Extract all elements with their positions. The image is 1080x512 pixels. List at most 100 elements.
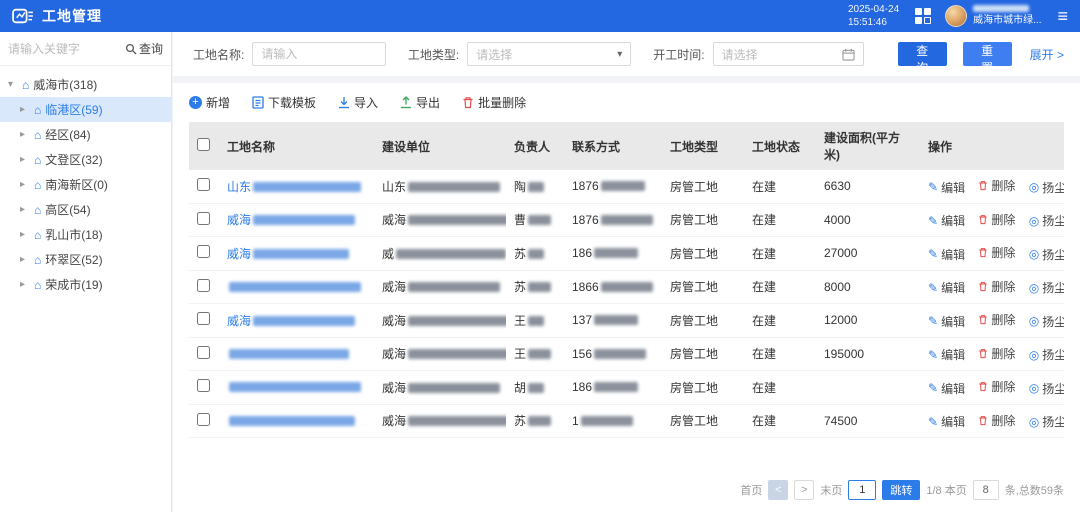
prev-page-button[interactable]: <: [768, 480, 788, 500]
site-name-link[interactable]: 威海: [227, 314, 355, 328]
jump-button[interactable]: 跳转: [882, 480, 920, 500]
table-row: 威海 苏 1 房管工地 在建 74500 ✎编辑 删除 ◎扬尘: [189, 404, 1064, 438]
row-checkbox[interactable]: [197, 279, 210, 292]
tree-item[interactable]: ▸⌂南海新区(0): [0, 172, 171, 197]
row-checkbox[interactable]: [197, 212, 210, 225]
last-page-link[interactable]: 末页: [820, 482, 842, 498]
edit-button[interactable]: ✎编辑: [928, 380, 965, 397]
delete-button[interactable]: 删除: [978, 177, 1015, 194]
delete-button[interactable]: 删除: [978, 345, 1015, 362]
edit-button[interactable]: ✎编辑: [928, 246, 965, 263]
site-name-link[interactable]: [227, 280, 361, 294]
select-all-checkbox[interactable]: [197, 138, 210, 151]
person-cell: 苏: [506, 404, 564, 438]
download-template-button[interactable]: 下载模板: [252, 94, 316, 111]
caret-down-icon[interactable]: ▾: [8, 79, 18, 90]
caret-right-icon[interactable]: ▸: [20, 204, 30, 215]
site-type-select[interactable]: 请选择 ▾: [467, 42, 631, 66]
site-name-cell: [219, 404, 374, 438]
expand-filters-link[interactable]: 展开 >: [1030, 46, 1064, 63]
site-name-link[interactable]: 威海: [227, 247, 349, 261]
tree-item[interactable]: ▸⌂高区(54): [0, 197, 171, 222]
tree-item[interactable]: ▸⌂荣成市(19): [0, 272, 171, 297]
reset-button[interactable]: 重置: [963, 42, 1012, 66]
menu-icon[interactable]: ≡: [1057, 7, 1068, 25]
edit-button[interactable]: ✎编辑: [928, 413, 965, 430]
row-checkbox[interactable]: [197, 178, 210, 191]
dust-button[interactable]: ◎扬尘: [1029, 346, 1064, 363]
site-type-cell: 房管工地: [662, 337, 744, 371]
site-name-link[interactable]: [227, 380, 361, 394]
row-checkbox[interactable]: [197, 346, 210, 359]
trash-icon: [978, 214, 988, 225]
caret-right-icon[interactable]: ▸: [20, 154, 30, 165]
page-size-input[interactable]: [973, 480, 999, 500]
first-page-link[interactable]: 首页: [740, 482, 762, 498]
batch-delete-button[interactable]: 批量删除: [462, 94, 526, 111]
caret-right-icon[interactable]: ▸: [20, 254, 30, 265]
row-checkbox[interactable]: [197, 245, 210, 258]
dust-button[interactable]: ◎扬尘: [1029, 279, 1064, 296]
add-button[interactable]: + 新增: [189, 94, 230, 111]
area-cell: 27000: [816, 237, 920, 271]
caret-right-icon[interactable]: ▸: [20, 179, 30, 190]
site-name-link[interactable]: 威海: [227, 213, 355, 227]
pagination: 首页 < > 末页 跳转 1/8 本页 条,总数59条: [740, 480, 1064, 500]
delete-button[interactable]: 删除: [978, 311, 1015, 328]
site-name-input[interactable]: [261, 47, 377, 61]
tree-item[interactable]: ▸⌂临港区(59): [0, 97, 171, 122]
dust-button[interactable]: ◎扬尘: [1029, 212, 1064, 229]
edit-button[interactable]: ✎编辑: [928, 279, 965, 296]
pencil-icon: ✎: [928, 348, 938, 362]
site-name-link[interactable]: 山东: [227, 180, 361, 194]
delete-button[interactable]: 删除: [978, 378, 1015, 395]
export-button[interactable]: 导出: [400, 94, 440, 111]
edit-button[interactable]: ✎编辑: [928, 313, 965, 330]
apps-grid-icon[interactable]: [915, 8, 931, 24]
main-content: 工地名称: 工地类型: 请选择 ▾ 开工时间: 请选择 查询 重置 展开 > +…: [173, 32, 1080, 512]
edit-button[interactable]: ✎编辑: [928, 179, 965, 196]
start-time-picker[interactable]: 请选择: [713, 42, 864, 66]
site-name-link[interactable]: [227, 414, 355, 428]
edit-button[interactable]: ✎编辑: [928, 346, 965, 363]
tree-item-label: 南海新区(0): [45, 176, 108, 193]
row-checkbox[interactable]: [197, 379, 210, 392]
tree-root-item[interactable]: ▾ ⌂ 威海市(318): [0, 72, 171, 97]
phone-cell: 186: [564, 371, 662, 405]
row-select-cell: [189, 304, 219, 338]
delete-button[interactable]: 删除: [978, 412, 1015, 429]
delete-button[interactable]: 删除: [978, 244, 1015, 261]
dust-button[interactable]: ◎扬尘: [1029, 246, 1064, 263]
delete-button[interactable]: 删除: [978, 278, 1015, 295]
caret-right-icon[interactable]: ▸: [20, 129, 30, 140]
tree-item[interactable]: ▸⌂经区(84): [0, 122, 171, 147]
tree-item[interactable]: ▸⌂环翠区(52): [0, 247, 171, 272]
tree-item[interactable]: ▸⌂文登区(32): [0, 147, 171, 172]
avatar[interactable]: [945, 5, 967, 27]
delete-button[interactable]: 删除: [978, 211, 1015, 228]
page-number-input[interactable]: [848, 480, 876, 500]
site-name-link[interactable]: [227, 347, 349, 361]
caret-right-icon[interactable]: ▸: [20, 279, 30, 290]
caret-right-icon[interactable]: ▸: [20, 229, 30, 240]
edit-button[interactable]: ✎编辑: [928, 212, 965, 229]
caret-right-icon[interactable]: ▸: [20, 104, 30, 115]
sidebar-search-input[interactable]: [8, 42, 125, 56]
dust-button[interactable]: ◎扬尘: [1029, 313, 1064, 330]
next-page-button[interactable]: >: [794, 480, 814, 500]
tree-item[interactable]: ▸⌂乳山市(18): [0, 222, 171, 247]
user-info[interactable]: 威海市城市绿...: [973, 5, 1041, 28]
row-checkbox[interactable]: [197, 413, 210, 426]
site-type-cell: 房管工地: [662, 404, 744, 438]
import-button[interactable]: 导入: [338, 94, 378, 111]
dust-button[interactable]: ◎扬尘: [1029, 380, 1064, 397]
query-button[interactable]: 查询: [898, 42, 947, 66]
calendar-icon: [842, 48, 855, 61]
sidebar-search-button[interactable]: 查询: [125, 40, 163, 57]
row-checkbox[interactable]: [197, 312, 210, 325]
area-cell: 195000: [816, 337, 920, 371]
pencil-icon: ✎: [928, 214, 938, 228]
dust-button[interactable]: ◎扬尘: [1029, 413, 1064, 430]
table-toolbar: + 新增 下载模板 导入 导出: [173, 83, 1080, 122]
dust-button[interactable]: ◎扬尘: [1029, 179, 1064, 196]
